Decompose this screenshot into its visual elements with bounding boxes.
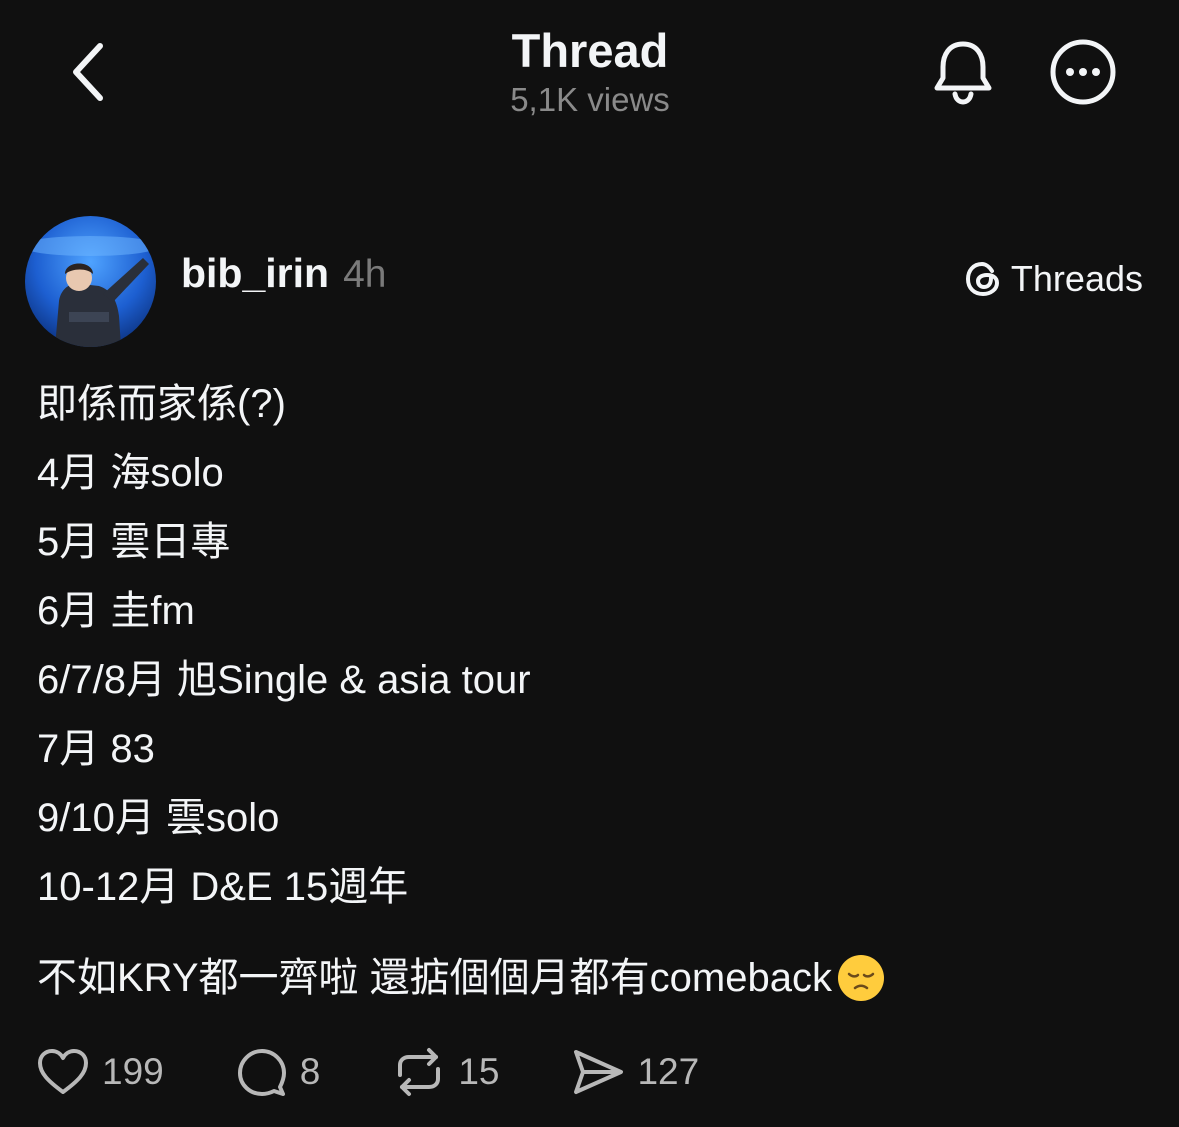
pensive-face-emoji-icon [837, 955, 884, 1001]
reply-button[interactable]: 8 [236, 1047, 321, 1097]
bell-icon [934, 41, 992, 105]
post-body: 即係而家係(?) 4月 海solo 5月 雲日專 6月 圭fm 6/7/8月 旭… [37, 370, 531, 922]
author-row: bib_irin 4h [181, 250, 386, 306]
back-button[interactable] [58, 36, 118, 108]
more-icon [1050, 39, 1116, 105]
post-time: 4h [343, 253, 387, 296]
like-count: 199 [102, 1051, 164, 1092]
header-center: Thread 5,1K views [390, 22, 790, 120]
notifications-button[interactable] [926, 36, 1000, 108]
avatar[interactable] [25, 216, 156, 347]
like-button[interactable]: 199 [36, 1047, 164, 1097]
post-line: 9/10月 雲solo [37, 796, 280, 840]
page-title: Thread [511, 24, 669, 77]
repost-icon [398, 1048, 441, 1096]
share-button[interactable]: 127 [571, 1047, 699, 1097]
post-line: 7月 83 [37, 727, 155, 771]
post-line: 即係而家係(?) [37, 382, 286, 426]
threads-source-badge: Threads [963, 254, 1143, 304]
post-line: 6/7/8月 旭Single & asia tour [37, 658, 531, 702]
threads-logo-icon [965, 261, 999, 297]
post-footer-line: 不如KRY都一齊啦 還掂個個月都有comeback [37, 942, 886, 1014]
send-icon [574, 1050, 624, 1094]
post-footer-text: 不如KRY都一齊啦 還掂個個月都有comeback [37, 956, 832, 1000]
reply-count: 8 [299, 1051, 321, 1092]
repost-button[interactable]: 15 [392, 1047, 499, 1097]
repost-count: 15 [458, 1051, 500, 1092]
chevron-left-icon [73, 43, 103, 101]
post-line: 4月 海solo [37, 451, 224, 495]
view-count: 5,1K views [510, 81, 670, 118]
comment-icon [237, 1049, 286, 1096]
threads-label: Threads [1010, 258, 1143, 299]
more-options-button[interactable] [1046, 36, 1120, 108]
share-count: 127 [637, 1051, 700, 1092]
avatar-image [25, 216, 156, 347]
heart-icon [38, 1049, 88, 1094]
post-line: 5月 雲日專 [37, 520, 231, 564]
username-link[interactable]: bib_irin [181, 250, 329, 297]
action-bar: 199 8 15 127 [36, 1040, 771, 1104]
post-line: 6月 圭fm [37, 589, 195, 633]
post-line: 10-12月 D&E 15週年 [37, 865, 409, 909]
